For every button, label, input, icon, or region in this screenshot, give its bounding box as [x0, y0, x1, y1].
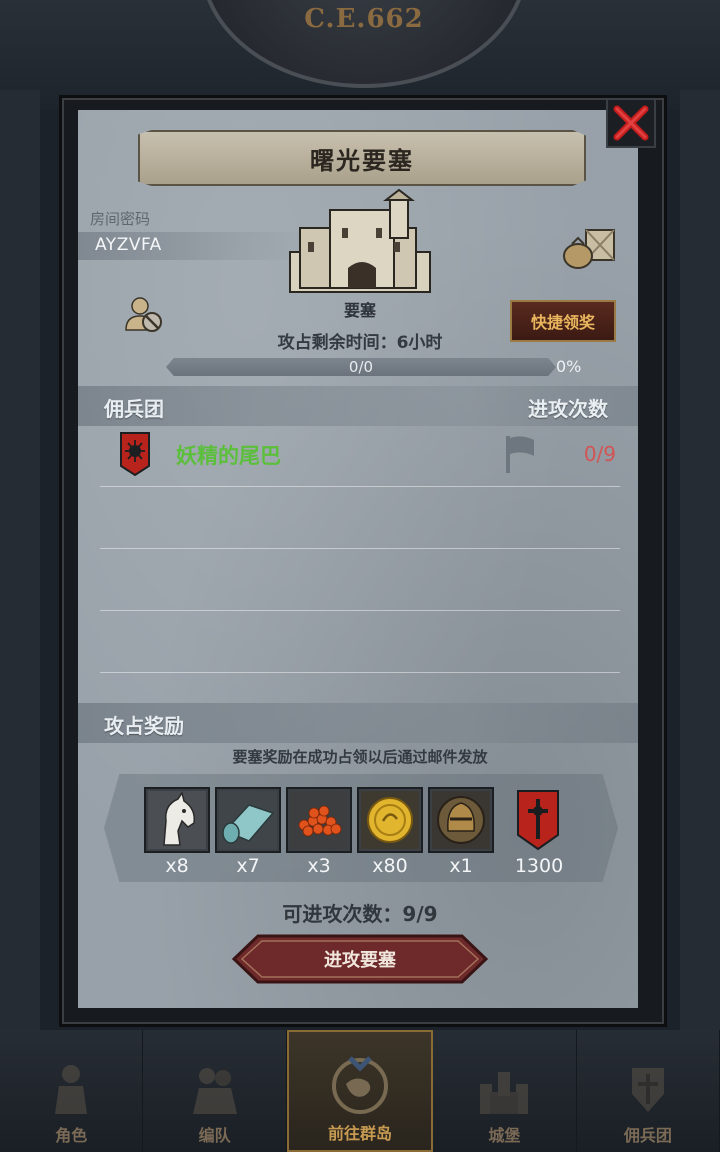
reward-qty: x8 — [165, 855, 189, 877]
guild-banner-icon — [517, 790, 559, 851]
row-divider — [100, 486, 620, 487]
row-divider — [100, 610, 620, 611]
reward-description: 要塞奖励在成功占领以后通过邮件发放 — [232, 748, 488, 766]
era-text: C.E.662 — [304, 4, 424, 34]
nav-item-mercenary[interactable]: 佣兵团 — [577, 1030, 720, 1152]
reward-item-guild-banner[interactable] — [505, 787, 571, 853]
room-code-label: 房间密码 — [90, 210, 151, 228]
nav-item-archipelago[interactable]: 前往群岛 — [286, 1030, 434, 1152]
formation-icon — [180, 1058, 250, 1118]
reward-item-knight-helmet[interactable] — [428, 787, 494, 853]
mercenary-row[interactable]: 妖精的尾巴 0/9 — [100, 426, 620, 484]
nav-label: 编队 — [198, 1126, 231, 1145]
row-divider — [100, 548, 620, 549]
reward-qty: x80 — [372, 855, 408, 877]
quick-claim-button[interactable]: 快捷领奖 — [510, 300, 616, 342]
loot-bag-icon[interactable] — [560, 224, 618, 270]
reward-item-caviar[interactable] — [286, 787, 352, 853]
flag-icon — [506, 436, 534, 473]
reward-header: 攻占奖励 — [104, 714, 184, 738]
castle-icon — [469, 1058, 539, 1118]
reward-item-horse[interactable] — [144, 787, 210, 853]
remaining-time: 攻占剩余时间：6小时 — [277, 333, 443, 353]
guild-emblem-icon — [120, 432, 150, 476]
background-right — [680, 90, 720, 1040]
reward-item-cloth[interactable] — [215, 787, 281, 853]
mercenary-icon — [613, 1058, 683, 1118]
nav-label: 佣兵团 — [623, 1126, 672, 1145]
nav-label: 城堡 — [488, 1126, 521, 1145]
gold-coin-icon — [361, 791, 419, 849]
progress-percent: 0% — [556, 357, 582, 376]
reward-qty: x3 — [307, 855, 331, 877]
title-banner: 曙光要塞 — [138, 130, 586, 186]
room-code: AYZVFA — [95, 235, 162, 255]
close-icon — [613, 105, 649, 141]
nav-item-character[interactable]: 角色 — [0, 1030, 144, 1152]
nav-item-formation[interactable]: 编队 — [143, 1030, 287, 1152]
attack-count-header: 进攻次数 — [528, 397, 608, 421]
fortress-icon — [289, 188, 431, 293]
attack-fortress-button[interactable]: 进攻要塞 — [231, 934, 489, 984]
background-left — [0, 90, 40, 1040]
attack-times: 可进攻次数：9/9 — [282, 902, 438, 926]
modal-title: 曙光要塞 — [310, 146, 414, 175]
mercenary-name: 妖精的尾巴 — [176, 444, 281, 468]
reward-qty: x7 — [236, 855, 260, 877]
reward-qty: 1300 — [514, 855, 564, 877]
row-divider — [100, 672, 620, 673]
close-button[interactable] — [606, 98, 656, 148]
character-icon — [36, 1058, 106, 1118]
mercenary-attack-count: 0/9 — [583, 442, 616, 466]
member-ban-icon[interactable] — [122, 294, 166, 334]
progress-text: 0/0 — [348, 358, 374, 376]
archipelago-icon — [325, 1056, 395, 1116]
nav-label: 角色 — [55, 1126, 88, 1145]
reward-item-gold-coin[interactable] — [357, 787, 423, 853]
caviar-icon — [290, 791, 348, 849]
knight-helmet-icon — [432, 791, 490, 849]
nav-label: 前往群岛 — [328, 1124, 393, 1143]
cloth-icon — [219, 791, 277, 849]
building-label: 要塞 — [343, 301, 376, 320]
nav-item-castle[interactable]: 城堡 — [433, 1030, 577, 1152]
bottom-nav: 角色 编队 前往群岛 城堡 佣兵团 — [0, 1030, 720, 1152]
mercenary-header: 佣兵团 — [104, 397, 164, 421]
horse-icon — [148, 791, 206, 849]
reward-qty: x1 — [449, 855, 473, 877]
attack-button-label: 进攻要塞 — [324, 950, 396, 971]
